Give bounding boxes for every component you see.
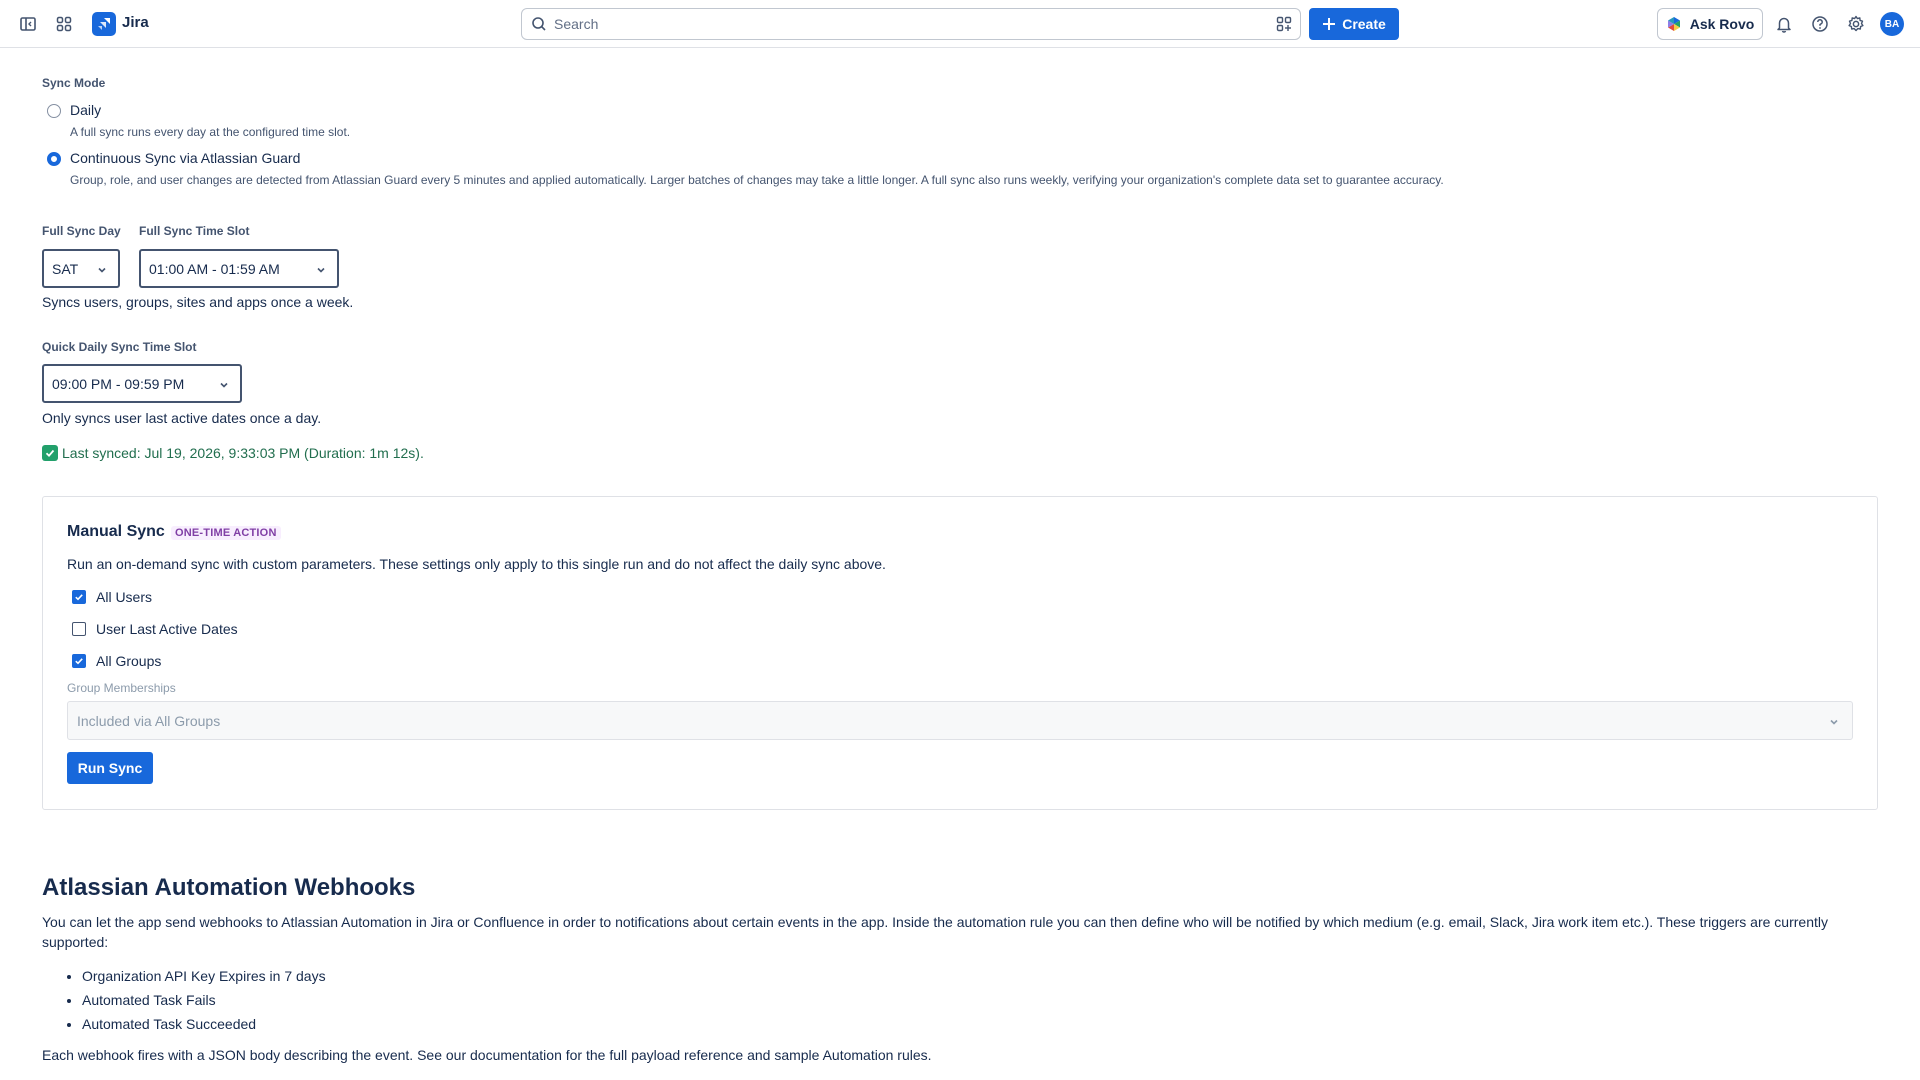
group-memberships-value: Included via All Groups [77,712,221,729]
chevron-down-icon [96,263,108,279]
checkmark-icon [75,594,83,601]
jira-logo-icon[interactable] [92,12,116,36]
radio-daily[interactable] [47,104,61,118]
radio-daily-description: A full sync runs every day at the config… [70,125,351,139]
full-sync-time-slot-label: Full Sync Time Slot [139,224,250,238]
ask-rovo-label: Ask Rovo [1689,16,1755,32]
full-sync-day-label: Full Sync Day [42,224,121,238]
create-label: Create [1342,16,1386,32]
help-icon[interactable] [1808,12,1832,36]
quick-daily-sync-label: Quick Daily Sync Time Slot [42,340,197,354]
webhooks-intro: You can let the app send webhooks to Atl… [42,914,1828,950]
settings-gear-icon[interactable] [1844,12,1868,36]
webhooks-heading: Atlassian Automation Webhooks [42,874,416,901]
last-synced-text: Last synced: Jul 19, 2026, 9:33:03 PM (D… [62,445,424,461]
manual-sync-title: Manual Sync [67,523,165,540]
full-sync-day-value: SAT [52,260,79,277]
checkbox-all-groups-label[interactable]: All Groups [96,653,161,669]
sync-mode-label: Sync Mode [42,76,106,90]
group-memberships-label: Group Memberships [67,681,176,695]
search-input[interactable] [554,9,1254,39]
list-item: Automated Task Fails [82,988,326,1012]
manual-sync-description: Run an on-demand sync with custom parame… [67,556,886,572]
quick-daily-sync-value: 09:00 PM - 09:59 PM [52,375,185,392]
chevron-down-icon [315,263,327,279]
full-sync-time-slot-value: 01:00 AM - 01:59 AM [149,260,280,277]
check-mark-icon [42,445,58,461]
search-box[interactable] [521,8,1301,40]
plus-icon [1323,18,1336,30]
checkbox-all-users[interactable] [72,590,86,604]
search-filter-icon[interactable] [1276,16,1292,37]
quick-daily-sync-select[interactable]: 09:00 PM - 09:59 PM [42,364,242,403]
chevron-down-icon [218,378,230,394]
app-name[interactable]: Jira [122,14,149,31]
one-time-action-badge: ONE-TIME ACTION [171,526,281,540]
webhook-triggers-list: Organization API Key Expires in 7 days A… [42,964,326,1036]
checkbox-all-groups[interactable] [72,654,86,668]
list-item: Automated Task Succeeded [82,1012,326,1036]
chevron-down-icon [1828,715,1840,731]
manual-sync-card: Manual Sync ONE-TIME ACTION Run an on-de… [42,496,1878,810]
checkbox-user-last-active-dates[interactable] [72,622,86,636]
create-button[interactable]: Create [1309,8,1399,40]
group-memberships-select: Included via All Groups [67,701,1853,740]
quick-daily-sync-helper-text: Only syncs user last active dates once a… [42,410,322,426]
full-sync-helper-text: Syncs users, groups, sites and apps once… [42,294,354,310]
sidebar-toggle-icon[interactable] [16,12,40,36]
app-switcher-icon[interactable] [52,12,76,36]
last-synced-status: Last synced: Jul 19, 2026, 9:33:03 PM (D… [42,445,424,461]
radio-continuous-sync-description: Group, role, and user changes are detect… [70,173,1444,187]
notifications-bell-icon[interactable] [1772,12,1796,36]
radio-continuous-sync[interactable] [47,152,61,166]
list-item: Organization API Key Expires in 7 days [82,964,326,988]
ask-rovo-button[interactable]: Ask Rovo [1657,8,1763,40]
radio-continuous-sync-label[interactable]: Continuous Sync via Atlassian Guard [70,150,300,166]
user-avatar[interactable]: BA [1880,12,1904,36]
full-sync-day-select[interactable]: SAT [42,249,120,288]
checkmark-icon [75,658,83,665]
radio-daily-label[interactable]: Daily [70,102,101,118]
checkbox-all-users-label[interactable]: All Users [96,589,152,605]
search-icon [531,16,547,37]
checkbox-user-last-active-dates-label[interactable]: User Last Active Dates [96,621,238,637]
full-sync-time-slot-select[interactable]: 01:00 AM - 01:59 AM [139,249,339,288]
top-navigation-bar: Jira Create Ask Rovo BA [0,0,1920,48]
rovo-icon [1667,17,1680,31]
webhooks-footer: Each webhook fires with a JSON body desc… [42,1047,932,1063]
run-sync-button[interactable]: Run Sync [67,752,153,784]
